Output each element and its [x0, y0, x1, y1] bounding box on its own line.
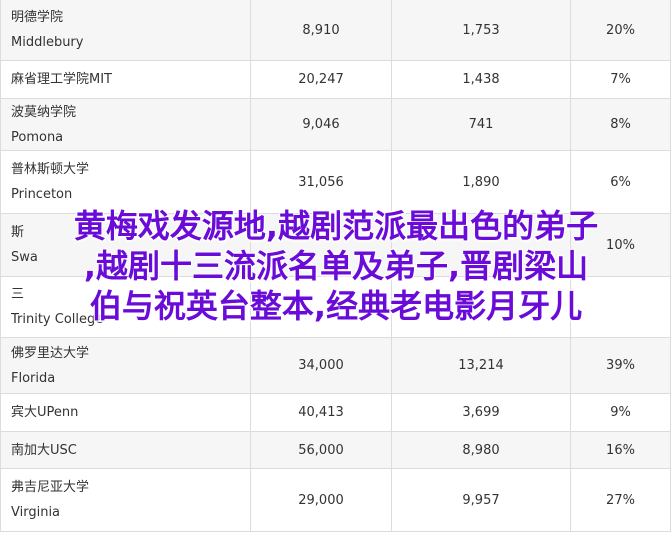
rate-cell: 8%	[570, 98, 671, 151]
school-name-cn: 斯	[11, 225, 25, 240]
admitted-cell: 1,753	[391, 0, 571, 61]
school-name-cn: 佛罗里达大学	[11, 345, 90, 361]
admitted-cell: 13,214	[391, 337, 571, 394]
rate-cell: 10%	[570, 213, 671, 277]
table-row: 明德学院 Middlebury 8,910 1,753 20%	[0, 0, 671, 61]
applicants-cell: 9,046	[250, 98, 392, 151]
rate-cell: 39%	[570, 337, 671, 394]
school-name-cn: 普林斯顿大学	[11, 162, 90, 177]
table-row: 宾大UPenn 40,413 3,699 9%	[0, 393, 671, 432]
admitted-cell: 741	[391, 98, 571, 151]
school-name-cell: 斯 Swa	[0, 213, 251, 277]
rate-cell: 9%	[570, 393, 671, 432]
rate-cell: 20%	[570, 0, 671, 61]
applicants-cell: 20,247	[250, 60, 392, 99]
school-name-cell: 弗吉尼亚大学 Virginia	[0, 468, 251, 532]
school-name-cn: 明德学院	[11, 10, 64, 25]
table-row: 弗吉尼亚大学 Virginia 29,000 9,957 27%	[0, 468, 671, 532]
admitted-cell: 9,957	[391, 468, 571, 532]
school-name-cell: 南加大USC	[0, 431, 251, 469]
applicants-cell	[250, 213, 392, 277]
applicants-cell: 31,056	[250, 150, 392, 214]
applicants-cell	[250, 276, 392, 338]
school-name-cell: 三 Trinity College	[0, 276, 251, 338]
table-row: 斯 Swa 10%	[0, 213, 671, 277]
school-name-cn: 麻省理工学院MIT	[11, 72, 112, 87]
rate-cell: 16%	[570, 431, 671, 469]
admitted-cell	[391, 213, 571, 277]
applicants-cell: 8,910	[250, 0, 392, 61]
school-name-cn: 弗吉尼亚大学	[11, 480, 90, 495]
admitted-cell	[391, 276, 571, 338]
table-row: 普林斯顿大学 Princeton 31,056 1,890 6%	[0, 150, 671, 214]
school-name-cn: 波莫纳学院	[11, 104, 77, 120]
page: 明德学院 Middlebury 8,910 1,753 20% 麻省理工学院MI…	[0, 0, 671, 537]
school-name-en: Swa	[11, 250, 38, 265]
school-name-cn: 三	[11, 287, 25, 302]
school-name-cell: 麻省理工学院MIT	[0, 60, 251, 99]
admitted-cell: 1,890	[391, 150, 571, 214]
school-name-en: Trinity College	[11, 312, 104, 327]
school-name-en: Florida	[11, 370, 56, 386]
applicants-cell: 56,000	[250, 431, 392, 469]
admitted-cell: 3,699	[391, 393, 571, 432]
rate-cell: 7%	[570, 60, 671, 99]
applicants-cell: 40,413	[250, 393, 392, 432]
school-name-cell: 普林斯顿大学 Princeton	[0, 150, 251, 214]
admissions-table: 明德学院 Middlebury 8,910 1,753 20% 麻省理工学院MI…	[0, 0, 671, 532]
school-name-cell: 宾大UPenn	[0, 393, 251, 432]
table-row: 麻省理工学院MIT 20,247 1,438 7%	[0, 60, 671, 99]
school-name-en: Middlebury	[11, 35, 84, 50]
table-row: 南加大USC 56,000 8,980 16%	[0, 431, 671, 469]
school-name-cn: 宾大UPenn	[11, 405, 79, 420]
rate-cell	[570, 276, 671, 338]
school-name-en: Pomona	[11, 129, 64, 145]
rate-cell: 27%	[570, 468, 671, 532]
school-name-cn: 南加大USC	[11, 442, 77, 458]
applicants-cell: 34,000	[250, 337, 392, 394]
school-name-en: Virginia	[11, 505, 61, 520]
admitted-cell: 8,980	[391, 431, 571, 469]
table-row: 波莫纳学院 Pomona 9,046 741 8%	[0, 98, 671, 151]
applicants-cell: 29,000	[250, 468, 392, 532]
admitted-cell: 1,438	[391, 60, 571, 99]
table-row: 三 Trinity College	[0, 276, 671, 338]
school-name-en: Princeton	[11, 187, 73, 202]
table-row: 佛罗里达大学 Florida 34,000 13,214 39%	[0, 337, 671, 394]
school-name-cell: 佛罗里达大学 Florida	[0, 337, 251, 394]
school-name-cell: 明德学院 Middlebury	[0, 0, 251, 61]
rate-cell: 6%	[570, 150, 671, 214]
school-name-cell: 波莫纳学院 Pomona	[0, 98, 251, 151]
